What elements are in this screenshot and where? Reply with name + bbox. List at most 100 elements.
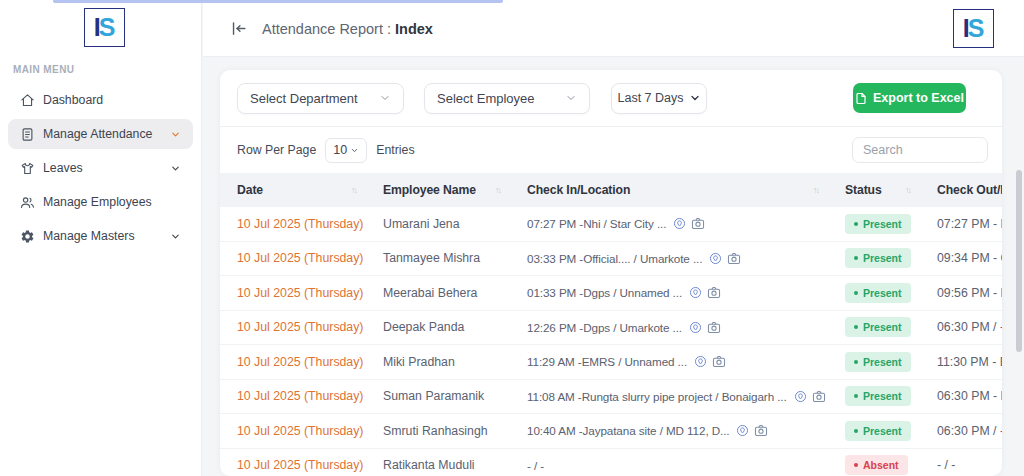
- location-pin-icon[interactable]: [736, 424, 749, 437]
- location-pin-icon[interactable]: [794, 390, 807, 403]
- status-badge: Absent: [845, 455, 908, 475]
- search-input[interactable]: [852, 137, 988, 163]
- sidebar-item-label: Manage Attendance: [43, 127, 152, 141]
- column-header[interactable]: Status↑↓: [827, 173, 919, 207]
- chevron-down-icon: [350, 146, 359, 155]
- column-header[interactable]: Date↑↓: [220, 173, 365, 207]
- column-header[interactable]: Check In/Location↑↓: [509, 173, 827, 207]
- checkout-cell: 11:30 PM - E: [919, 355, 1002, 369]
- chevron-down-icon: [565, 92, 577, 104]
- camera-icon[interactable]: [707, 286, 721, 299]
- gear-icon: [20, 229, 36, 244]
- chevron-down-icon: [170, 231, 181, 242]
- status-cell: Present: [827, 317, 919, 337]
- employee-name-cell: Miki Pradhan: [365, 355, 509, 369]
- table-row: 10 Jul 2025 (Thursday)Umarani Jena07:27 …: [220, 207, 1002, 242]
- employee-select[interactable]: Select Employee: [424, 83, 590, 114]
- status-badge: Present: [845, 317, 911, 337]
- camera-icon[interactable]: [707, 321, 721, 334]
- employee-name-cell: Tanmayee Mishra: [365, 251, 509, 265]
- employee-name-cell: Umarani Jena: [365, 217, 509, 231]
- status-badge: Present: [845, 214, 911, 234]
- table-row: 10 Jul 2025 (Thursday)Suman Paramanik11:…: [220, 380, 1002, 415]
- table-row: 10 Jul 2025 (Thursday)Tanmayee Mishra03:…: [220, 242, 1002, 277]
- status-badge: Present: [845, 386, 911, 406]
- scrollbar-thumb[interactable]: [1016, 170, 1022, 352]
- checkout-cell: 06:30 PM / -: [919, 320, 1002, 334]
- date-cell: 10 Jul 2025 (Thursday): [220, 251, 365, 265]
- location-pin-icon[interactable]: [673, 217, 686, 230]
- sidebar-item-manage-employees[interactable]: Manage Employees: [8, 187, 193, 217]
- status-cell: Present: [827, 283, 919, 303]
- employee-name-cell: Smruti Ranhasingh: [365, 424, 509, 438]
- camera-icon[interactable]: [812, 390, 826, 403]
- employee-name-cell: Meerabai Behera: [365, 286, 509, 300]
- status-cell: Absent: [827, 455, 919, 475]
- status-cell: Present: [827, 352, 919, 372]
- camera-icon[interactable]: [727, 252, 741, 265]
- sort-icon[interactable]: ↑↓: [905, 185, 910, 195]
- checkin-cell: 01:33 PM -Dgps / Unnamed ...: [509, 286, 827, 299]
- date-cell: 10 Jul 2025 (Thursday): [220, 389, 365, 403]
- status-badge: Present: [845, 283, 911, 303]
- column-header[interactable]: Employee Name↑↓: [365, 173, 509, 207]
- table-header: Date↑↓Employee Name↑↓Check In/Location↑↓…: [220, 173, 1002, 207]
- employee-name-cell: Suman Paramanik: [365, 389, 509, 403]
- date-cell: 10 Jul 2025 (Thursday): [220, 355, 365, 369]
- status-cell: Present: [827, 421, 919, 441]
- sidebar-item-label: Leaves: [43, 161, 83, 175]
- topbar: Attendance Report : Index IS: [203, 0, 1024, 57]
- checkin-cell: 11:08 AM -Rungta slurry pipe project / B…: [509, 390, 827, 403]
- table-row: 10 Jul 2025 (Thursday)Deepak Panda12:26 …: [220, 311, 1002, 346]
- checkin-cell: 12:26 PM -Dgps / Umarkote ...: [509, 321, 827, 334]
- camera-icon[interactable]: [754, 424, 768, 437]
- date-cell: 10 Jul 2025 (Thursday): [220, 320, 365, 334]
- location-pin-icon[interactable]: [709, 252, 722, 265]
- location-pin-icon[interactable]: [689, 321, 702, 334]
- column-header[interactable]: Check Out/L: [919, 173, 1002, 207]
- sidebar-item-manage-masters[interactable]: Manage Masters: [8, 221, 193, 251]
- department-select[interactable]: Select Department: [237, 83, 404, 114]
- date-cell: 10 Jul 2025 (Thursday): [220, 458, 365, 472]
- app-logo[interactable]: IS: [84, 8, 125, 47]
- sidebar-item-dashboard[interactable]: Dashboard: [8, 85, 193, 115]
- sidebar: IS MAIN MENU DashboardManage AttendanceL…: [0, 0, 202, 476]
- sort-icon[interactable]: ↑↓: [495, 185, 500, 195]
- shirt-icon: [20, 161, 36, 176]
- sidebar-collapse-icon[interactable]: [230, 20, 247, 37]
- entries-label: Entries: [376, 143, 414, 157]
- chevron-down-icon: [170, 163, 181, 174]
- camera-icon[interactable]: [712, 355, 726, 368]
- sort-icon[interactable]: ↑↓: [351, 185, 356, 195]
- checkout-cell: 06:30 PM / -: [919, 424, 1002, 438]
- file-icon: [855, 92, 867, 105]
- location-pin-icon[interactable]: [694, 355, 707, 368]
- page-title: Attendance Report : Index: [262, 21, 433, 37]
- sidebar-item-label: Manage Masters: [43, 229, 135, 243]
- checkin-cell: - / -: [509, 459, 827, 472]
- row-per-page-select[interactable]: 10: [325, 138, 367, 163]
- camera-icon[interactable]: [691, 217, 705, 230]
- checkout-cell: 07:27 PM - N: [919, 217, 1002, 231]
- checkin-cell: 11:29 AM -EMRS / Unnamed ...: [509, 355, 827, 368]
- app-logo-right[interactable]: IS: [953, 9, 994, 48]
- status-badge: Present: [845, 248, 911, 268]
- table-controls: Row Per Page 10 Entries: [220, 127, 1002, 173]
- status-badge: Present: [845, 421, 911, 441]
- employee-name-cell: Ratikanta Muduli: [365, 458, 509, 472]
- sort-icon[interactable]: ↑↓: [813, 185, 818, 195]
- export-to-excel-button[interactable]: Export to Excel: [853, 83, 966, 113]
- date-range-select[interactable]: Last 7 Days: [611, 83, 707, 114]
- home-icon: [20, 93, 36, 108]
- status-badge: Present: [845, 352, 911, 372]
- sidebar-item-manage-attendance[interactable]: Manage Attendance: [8, 119, 193, 149]
- sidebar-item-label: Manage Employees: [43, 195, 152, 209]
- status-cell: Present: [827, 248, 919, 268]
- row-per-page-label: Row Per Page: [237, 143, 316, 157]
- sidebar-item-leaves[interactable]: Leaves: [8, 153, 193, 183]
- status-cell: Present: [827, 214, 919, 234]
- location-pin-icon[interactable]: [689, 286, 702, 299]
- report-card: Select Department Select Employee Last 7…: [220, 70, 1002, 476]
- checkout-cell: 06:30 PM - F: [919, 389, 1002, 403]
- table-row: 10 Jul 2025 (Thursday)Meerabai Behera01:…: [220, 276, 1002, 311]
